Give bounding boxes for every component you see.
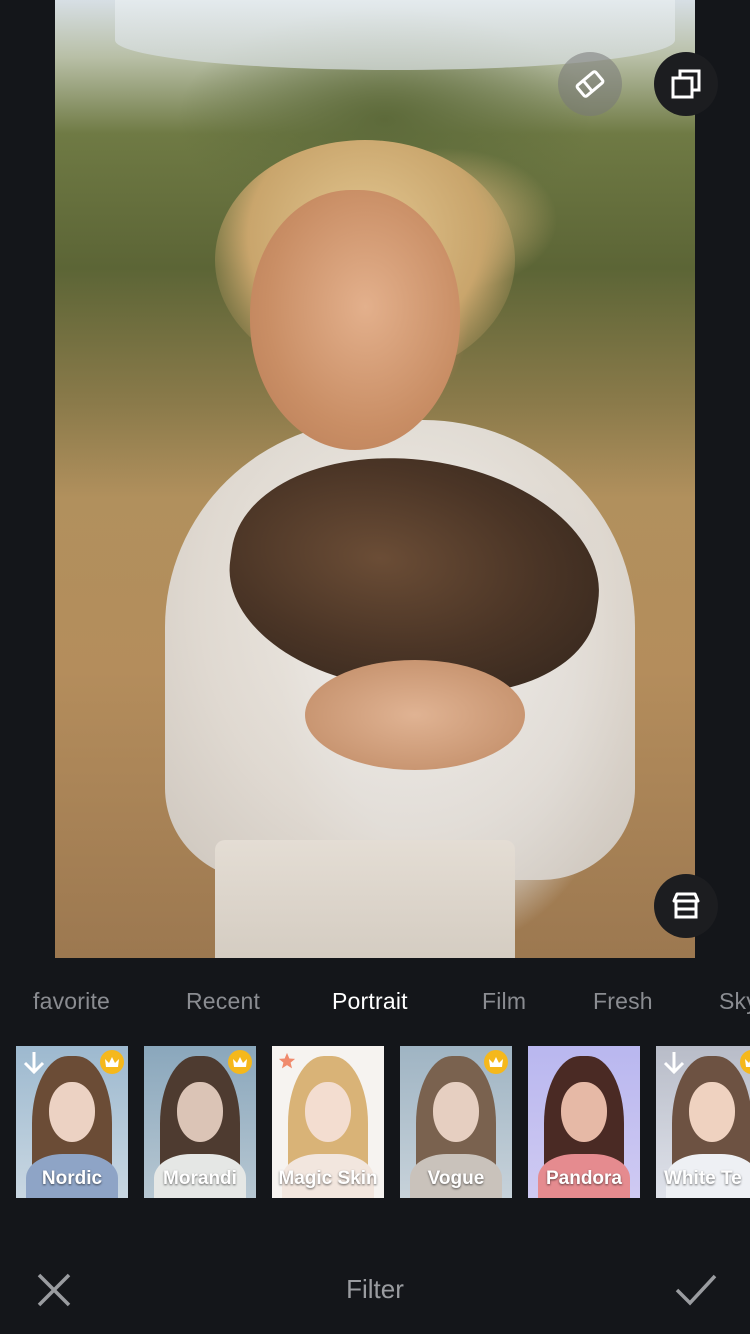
filter-thumb-magic-skin[interactable]: Magic Skin — [272, 1046, 384, 1198]
compare-layers-icon — [671, 69, 701, 99]
filter-list: Nordic Morandi Magic Skin Vogue Pandora — [0, 1046, 750, 1198]
download-icon — [663, 1052, 685, 1075]
panel-title: Filter — [346, 1274, 404, 1304]
tab-favorite[interactable]: favorite — [33, 988, 110, 1015]
category-tabs: favorite Recent Portrait Film Fresh Sky — [0, 980, 750, 1026]
thumb-face — [305, 1082, 351, 1142]
star-icon — [278, 1052, 296, 1069]
filter-label: Magic Skin — [278, 1168, 378, 1189]
filter-thumb-morandi[interactable]: Morandi — [144, 1046, 256, 1198]
photo-pants — [215, 840, 515, 958]
thumb-face — [177, 1082, 223, 1142]
thumb-face — [433, 1082, 479, 1142]
filter-label: Pandora — [545, 1168, 623, 1189]
filter-thumb-nordic[interactable]: Nordic — [16, 1046, 128, 1198]
confirm-button[interactable] — [674, 1270, 718, 1310]
tab-sky[interactable]: Sky — [719, 988, 750, 1015]
download-icon — [23, 1052, 45, 1075]
crown-icon — [228, 1050, 252, 1074]
thumb-face — [689, 1082, 735, 1142]
tab-film[interactable]: Film — [482, 988, 526, 1015]
eraser-button[interactable] — [558, 52, 622, 116]
check-icon — [675, 1274, 717, 1306]
thumb-face — [561, 1082, 607, 1142]
tab-recent[interactable]: Recent — [186, 988, 260, 1015]
photo-canvas[interactable] — [55, 0, 695, 958]
crown-icon — [484, 1050, 508, 1074]
compare-button[interactable] — [654, 52, 718, 116]
crown-icon — [740, 1050, 750, 1074]
photo-face — [250, 190, 460, 450]
thumb-face — [49, 1082, 95, 1142]
photo-hands — [305, 660, 525, 770]
filter-label: Nordic — [41, 1168, 103, 1189]
filter-thumb-white-te[interactable]: White Te — [656, 1046, 750, 1198]
filter-label: Morandi — [163, 1168, 237, 1189]
filter-thumb-pandora[interactable]: Pandora — [528, 1046, 640, 1198]
filter-label: White Te — [664, 1168, 742, 1189]
filter-thumb-vogue[interactable]: Vogue — [400, 1046, 512, 1198]
tab-fresh[interactable]: Fresh — [593, 988, 653, 1015]
crown-icon — [100, 1050, 124, 1074]
filter-label: Vogue — [427, 1168, 485, 1189]
tab-portrait[interactable]: Portrait — [332, 988, 408, 1015]
store-button[interactable] — [654, 874, 718, 938]
store-icon — [672, 892, 700, 919]
eraser-icon — [575, 70, 605, 98]
